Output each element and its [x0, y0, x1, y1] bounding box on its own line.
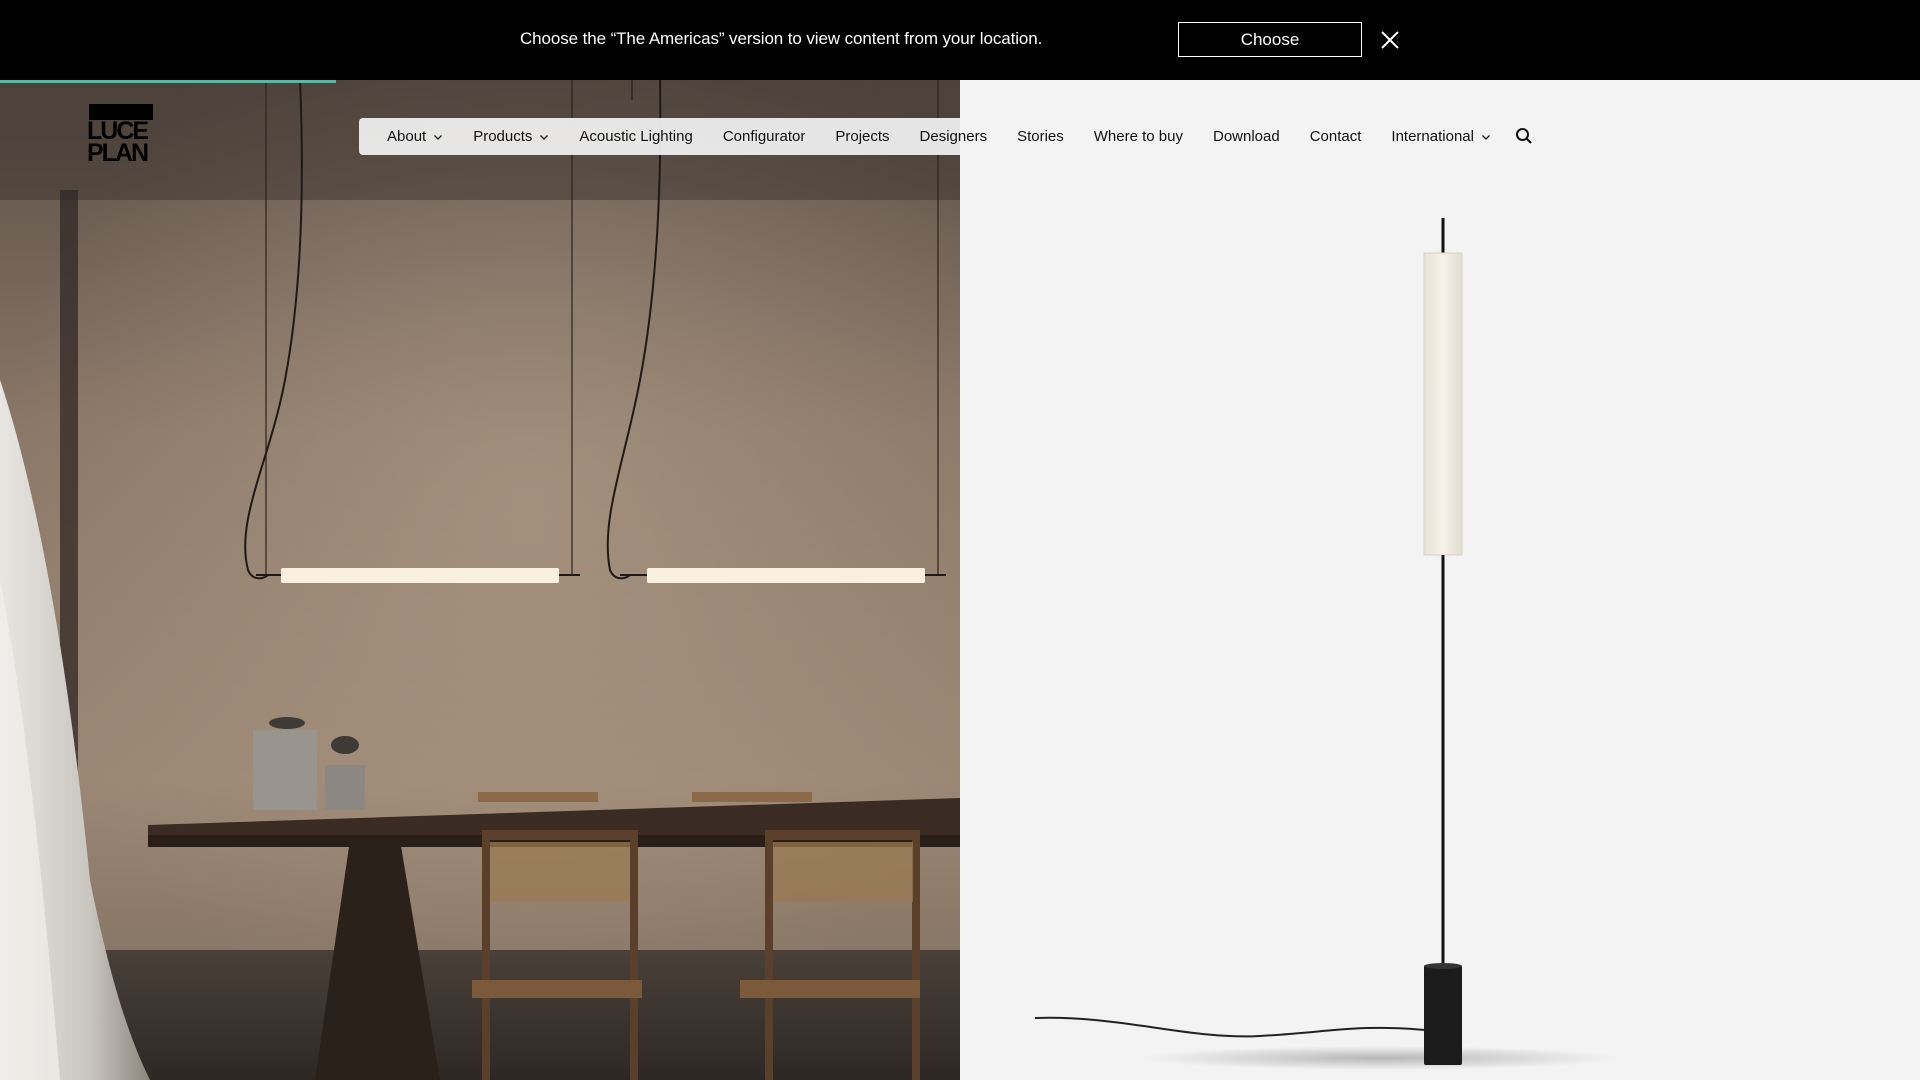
nav-item-label: Where to buy: [1093, 128, 1183, 145]
nav-item-label: Contact: [1309, 128, 1362, 145]
nav-item-label: Projects: [835, 128, 890, 145]
nav-item-label: Acoustic Lighting: [579, 128, 693, 145]
nav-item-label: Products: [473, 128, 533, 145]
close-icon[interactable]: [1378, 28, 1402, 52]
page-progress-bar: [0, 80, 1920, 83]
logo-text: LUCE PLAN: [87, 119, 157, 167]
choose-button[interactable]: Choose: [1178, 22, 1362, 57]
nav-item-label: About: [387, 128, 427, 145]
nav-item-projects[interactable]: Projects: [835, 128, 889, 145]
hero-image-floor-lamp: [960, 80, 1920, 1080]
nav-item-about[interactable]: About: [387, 128, 443, 145]
chevron-down-icon: [540, 134, 549, 140]
nav-item-label: Download: [1212, 128, 1280, 145]
search-icon[interactable]: [1515, 127, 1533, 145]
location-banner-message: Choose the “The Americas” version to vie…: [520, 29, 1043, 48]
chevron-down-icon: [1482, 134, 1490, 140]
chevron-down-icon: [434, 134, 443, 140]
nav-item-international[interactable]: International: [1391, 128, 1491, 145]
nav-item-stories[interactable]: Stories: [1017, 128, 1064, 145]
nav-item-where-to-buy[interactable]: Where to buy: [1094, 128, 1183, 145]
nav-item-label: Configurator: [722, 128, 806, 145]
nav-item-products[interactable]: Products: [473, 128, 549, 145]
floor-lamp-illustration: [960, 80, 1920, 1080]
nav-item-label: Stories: [1017, 128, 1064, 145]
main-navigation: About Products Acoustic Lighting Configu…: [359, 118, 1561, 155]
nav-item-configurator[interactable]: Configurator: [723, 128, 806, 145]
nav-item-label: International: [1391, 128, 1474, 145]
luceplan-logo[interactable]: LUCE PLAN: [87, 104, 153, 168]
hero-image-dining-room: [0, 80, 960, 1080]
page-progress-fill: [0, 80, 336, 83]
nav-item-designers[interactable]: Designers: [920, 128, 988, 145]
location-banner: Choose the “The Americas” version to vie…: [0, 0, 1920, 80]
nav-item-acoustic-lighting[interactable]: Acoustic Lighting: [579, 128, 692, 145]
logo-line-2: PLAN: [87, 139, 149, 167]
nav-item-download[interactable]: Download: [1213, 128, 1280, 145]
nav-item-contact[interactable]: Contact: [1310, 128, 1362, 145]
nav-item-label: Designers: [919, 128, 988, 145]
dining-room-illustration: [0, 80, 960, 1080]
